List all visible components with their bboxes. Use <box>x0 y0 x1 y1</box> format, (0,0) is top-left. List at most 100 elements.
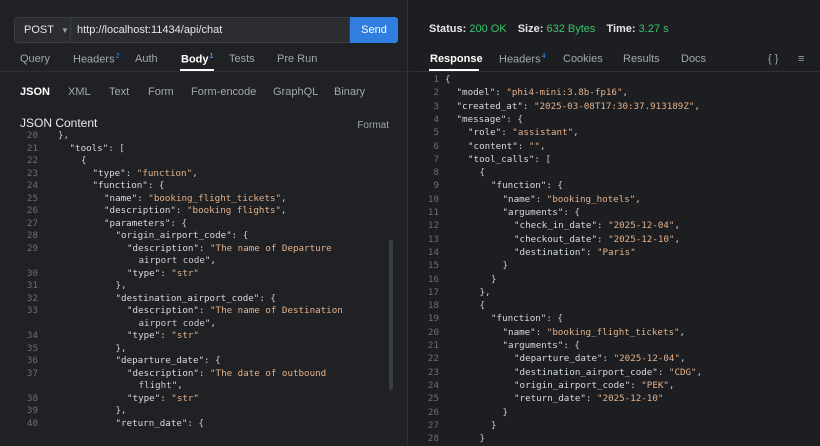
code-text: }, <box>58 130 70 141</box>
body-tab-xml[interactable]: XML <box>68 86 91 98</box>
method-label: POST <box>24 24 54 36</box>
tab-auth[interactable]: Auth <box>135 53 158 65</box>
code-line: 14 "destination": "Paris" <box>409 247 820 259</box>
tab-pre-run[interactable]: Pre Run <box>277 53 317 65</box>
line-number: 25 <box>26 192 38 204</box>
code-line: 24 "function": { <box>0 180 407 192</box>
body-tab-form[interactable]: Form <box>148 86 174 98</box>
code-text: airport code", <box>138 317 216 329</box>
code-line: 16} <box>409 274 820 286</box>
tab-query[interactable]: Query <box>20 53 50 65</box>
code-line: 30 "type": "str" <box>0 268 407 280</box>
time-label: Time: <box>606 23 636 35</box>
code-line: 13 "checkout_date": "2025-12-10", <box>409 234 820 246</box>
code-line: 27} <box>409 420 820 432</box>
line-number: 32 <box>26 292 38 304</box>
tab-tests[interactable]: Tests <box>229 53 255 65</box>
code-line: 32 "destination_airport_code": { <box>0 293 407 305</box>
code-text: "function": { <box>92 180 165 191</box>
tab-response-headers[interactable]: Headers4 <box>499 53 545 66</box>
tab-badge: 1 <box>209 53 214 60</box>
line-number: 27 <box>26 217 38 229</box>
code-text: "tool_calls": [ <box>468 153 551 165</box>
tab-docs[interactable]: Docs <box>681 53 706 65</box>
code-line: 20}, <box>0 130 407 142</box>
tab-label: Headers <box>499 53 541 66</box>
tab-headers[interactable]: Headers2 <box>73 53 119 66</box>
code-text: "description": "The name of Destination <box>127 305 343 316</box>
code-line: 17}, <box>409 287 820 299</box>
code-text: "type": "str" <box>127 330 199 341</box>
code-line: airport code", <box>0 318 407 330</box>
code-text: "model": "phi4-mini:3.8b-fp16", <box>456 87 629 99</box>
active-tab-indicator <box>180 69 214 71</box>
code-text: "destination": "Paris" <box>514 246 636 258</box>
line-number: 39 <box>26 405 38 416</box>
request-json-editor[interactable]: 20}, 21 "tools": [22{23 "type": "function",… <box>0 130 407 446</box>
code-text: "arguments": { <box>502 207 580 218</box>
code-line: 40 "return_date": { <box>0 418 407 430</box>
tab-label: Headers <box>73 53 115 66</box>
code-line: 25 "return_date": "2025-12-10" <box>409 393 820 405</box>
code-text: "created_at": "2025-03-08T17:30:37.91318… <box>456 100 700 112</box>
body-tab-graphql[interactable]: GraphQL <box>273 86 318 98</box>
method-select[interactable]: POST ▼ <box>14 17 70 43</box>
url-input[interactable]: http://localhost:11434/api/chat <box>70 17 350 43</box>
line-number: 19 <box>427 313 439 325</box>
line-number: 14 <box>427 246 439 258</box>
chevron-down-icon: ▼ <box>60 25 69 35</box>
code-line: 26 "description": "booking flights", <box>0 205 407 217</box>
response-json-viewer[interactable]: 1{2 "model": "phi4-mini:3.8b-fp16", 3 "crea… <box>409 74 820 446</box>
response-status-bar: Status: 200 OK Size: 632 Bytes Time: 3.2… <box>429 23 669 35</box>
editor-scrollbar[interactable] <box>389 240 393 390</box>
code-text: "type": "str" <box>127 392 199 404</box>
code-text: } <box>502 406 509 418</box>
code-text: "departure_date": "2025-12-04", <box>514 353 686 365</box>
code-line: 10 "name": "booking_hotels", <box>409 194 820 206</box>
body-tab-form-encode[interactable]: Form-encode <box>191 86 256 98</box>
code-text: }, <box>115 342 127 354</box>
line-number: 16 <box>427 273 439 285</box>
code-text: }, <box>479 286 491 298</box>
code-text: "description": "The name of Departure <box>127 242 332 254</box>
code-text: "checkout_date": "2025-12-10", <box>514 233 680 245</box>
code-line: 8{ <box>409 167 820 179</box>
code-line: 39}, <box>0 405 407 417</box>
line-number: 29 <box>26 242 38 254</box>
code-text: "tools": [ <box>69 142 125 154</box>
code-line: 1{ <box>409 74 820 86</box>
tab-label: Pre Run <box>277 53 318 65</box>
body-tab-text[interactable]: Text <box>109 86 129 98</box>
tab-cookies[interactable]: Cookies <box>563 53 603 65</box>
code-line: 19 "function": { <box>409 313 820 325</box>
line-number: 24 <box>26 180 38 191</box>
code-text: "type": "function", <box>92 167 198 179</box>
line-number: 40 <box>26 417 38 429</box>
code-text: airport code", <box>138 255 216 266</box>
tab-body[interactable]: Body1 <box>181 53 213 66</box>
braces-icon[interactable]: { } <box>768 53 778 65</box>
code-line: 11 "arguments": { <box>409 207 820 219</box>
line-number: 13 <box>427 233 439 245</box>
menu-icon[interactable]: ≡ <box>798 53 804 65</box>
code-text: "description": "booking flights", <box>104 205 287 216</box>
code-text: } <box>491 273 497 285</box>
body-tab-binary[interactable]: Binary <box>334 86 365 98</box>
url-bar: POST ▼ http://localhost:11434/api/chat S… <box>14 17 398 43</box>
line-number: 1 <box>433 74 439 85</box>
line-number: 20 <box>26 130 38 141</box>
code-line: 37 "description": "The date of outbound <box>0 368 407 380</box>
code-text: "name": "booking_hotels", <box>502 193 641 205</box>
send-button[interactable]: Send <box>350 17 398 43</box>
line-number: 26 <box>26 205 38 216</box>
code-line: 6 "content": "", <box>409 141 820 153</box>
code-line: 33 "description": "The name of Destinatio… <box>0 305 407 317</box>
tab-results[interactable]: Results <box>623 53 660 65</box>
code-line: flight", <box>0 380 407 392</box>
tab-response[interactable]: Response <box>430 53 483 65</box>
code-text: "origin_airport_code": "PEK", <box>514 379 675 391</box>
code-text: "origin_airport_code": { <box>115 230 249 241</box>
line-number: 6 <box>433 140 439 152</box>
request-pane: POST ▼ http://localhost:11434/api/chat S… <box>0 0 408 446</box>
body-tab-json[interactable]: JSON <box>20 86 50 98</box>
